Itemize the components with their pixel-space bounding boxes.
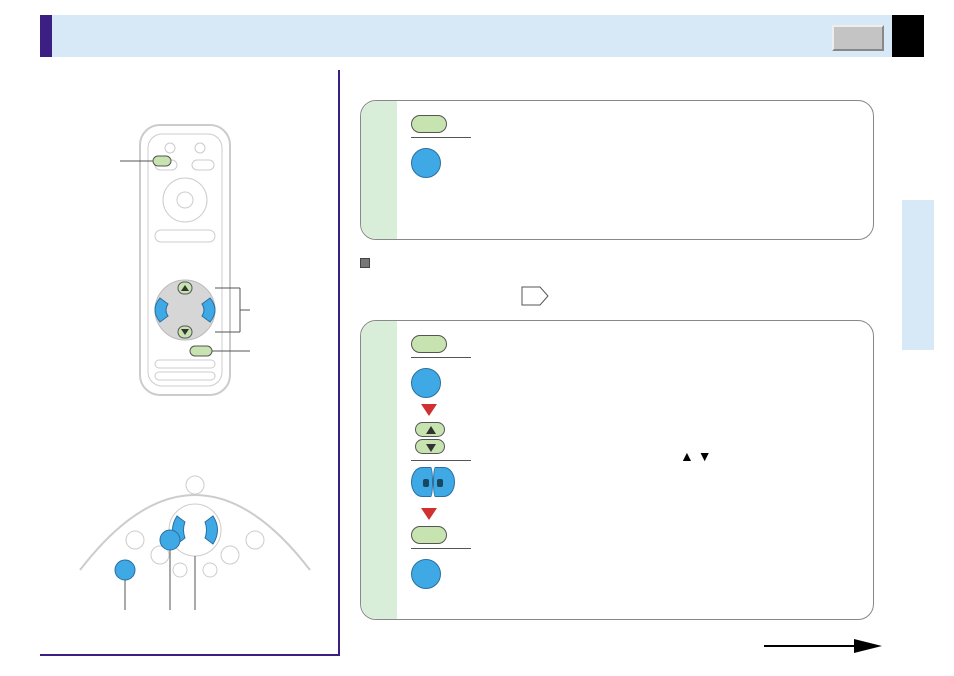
note-row [360,258,378,268]
step2-final-panel-button-icon [411,559,441,589]
continued-arrow-icon [764,636,884,656]
up-down-marker: ▲ ▼ [680,448,712,464]
panel-left-icon [411,467,433,497]
note-bullet-icon [360,258,370,268]
step1-panel-button-icon [411,148,441,178]
panel-right-icon [433,467,455,497]
arrow-down-icon [421,404,437,416]
step1-remote-button-icon [411,115,447,133]
step-strip [361,101,397,239]
panel-right-button [205,516,218,544]
divider [411,460,471,461]
arrow-down-icon [421,508,437,520]
page-number-box [832,25,884,51]
step-strip [361,321,397,619]
divider [411,137,471,138]
right-column [360,100,874,240]
panel-button-b [115,560,135,580]
remote-down-icon [415,439,445,454]
divider [411,357,471,358]
header-black-tab [892,15,924,57]
remote-menu-button [190,346,212,356]
remote-up-icon [415,422,445,437]
step2-remote-button-icon [411,335,447,353]
polygon-tag-icon [520,285,550,307]
side-section-tab [902,200,934,350]
panel-button-a [160,530,180,550]
step-box-2 [360,320,874,620]
header-band [40,15,924,57]
control-panel-illustration [70,460,320,620]
step2-panel-button-icon [411,368,441,398]
step-box-1 [360,100,874,240]
divider [411,548,471,549]
remote-illustration [120,120,250,410]
panel-left-right-icons [411,467,853,502]
remote-top-button [153,156,171,166]
header-accent [40,15,52,57]
step2-final-remote-button-icon [411,526,447,544]
